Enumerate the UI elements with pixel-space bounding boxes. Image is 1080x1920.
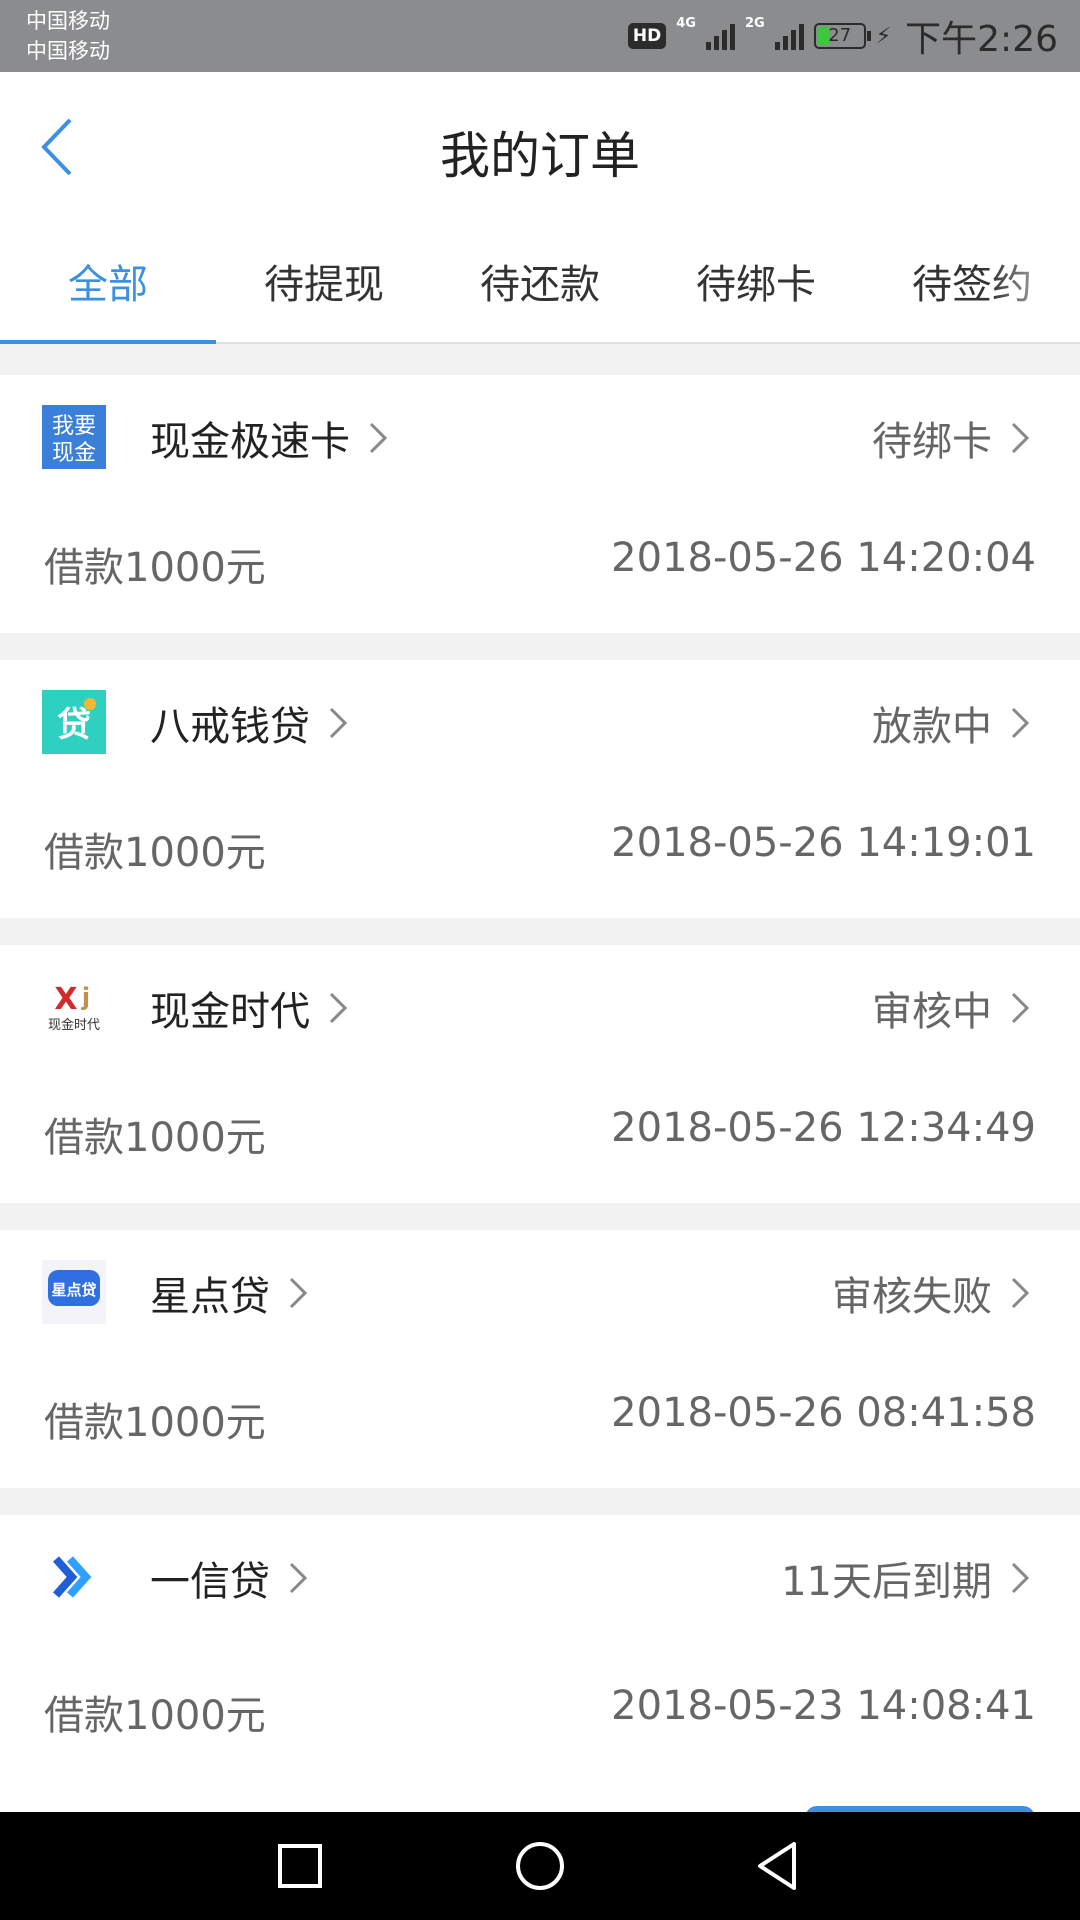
yixindai-logo bbox=[42, 1545, 106, 1609]
tab-pending-bind-card[interactable]: 待绑卡 bbox=[648, 252, 864, 310]
chevron-right-icon bbox=[289, 1277, 308, 1309]
lender-name: 一信贷 bbox=[150, 1559, 270, 1605]
lender-name-link[interactable]: 现金时代 bbox=[150, 979, 348, 1037]
status-indicators: HD 4G 2G 27 ⚡ 下午2:26 bbox=[627, 12, 1058, 60]
xianjin-shidai-logo: X j 现金时代 bbox=[42, 975, 106, 1039]
loan-amount: 借款1000元 bbox=[44, 545, 266, 591]
home-icon[interactable] bbox=[506, 1832, 574, 1900]
chevron-right-icon bbox=[1011, 1562, 1030, 1594]
back-nav-icon[interactable] bbox=[746, 1832, 814, 1900]
tab-all[interactable]: 全部 bbox=[0, 252, 216, 310]
order-time: 2018-05-26 12:34:49 bbox=[611, 1105, 1036, 1151]
chevron-right-icon bbox=[289, 1562, 308, 1594]
network-4g-label: 4G bbox=[676, 16, 696, 31]
order-status-link[interactable]: 审核中 bbox=[872, 979, 1030, 1037]
order-card[interactable]: 我要 现金 现金极速卡 待绑卡 借款1000元 2018-05-26 14:20… bbox=[0, 375, 1080, 633]
carrier-1: 中国移动 bbox=[26, 9, 110, 33]
signal-icon bbox=[705, 22, 735, 50]
lender-name-link[interactable]: 星点贷 bbox=[150, 1264, 308, 1322]
chevron-right-icon bbox=[329, 707, 348, 739]
order-card[interactable]: 贷 八戒钱贷 放款中 借款1000元 2018-05-26 14:19:01 bbox=[0, 660, 1080, 918]
lender-name: 八戒钱贷 bbox=[150, 704, 310, 750]
xianjin-jisuka-logo: 我要 现金 bbox=[42, 405, 106, 469]
chevron-right-icon bbox=[329, 992, 348, 1024]
order-status-link[interactable]: 待绑卡 bbox=[872, 409, 1030, 467]
carrier-info: 中国移动 中国移动 bbox=[26, 6, 110, 66]
order-status: 11天后到期 bbox=[781, 1559, 992, 1605]
lender-name-link[interactable]: 八戒钱贷 bbox=[150, 694, 348, 752]
svg-text:星点贷: 星点贷 bbox=[51, 1281, 96, 1299]
loan-amount: 借款1000元 bbox=[44, 1400, 266, 1446]
order-time: 2018-05-26 14:19:01 bbox=[611, 820, 1036, 866]
battery-icon: 27 bbox=[813, 23, 871, 49]
chevron-right-icon bbox=[1011, 992, 1030, 1024]
tab-pending-repay[interactable]: 待还款 bbox=[432, 252, 648, 310]
order-status-link[interactable]: 放款中 bbox=[872, 694, 1030, 752]
chevron-right-icon bbox=[369, 422, 388, 454]
lender-name: 现金极速卡 bbox=[150, 419, 350, 465]
loan-amount: 借款1000元 bbox=[44, 1693, 266, 1739]
xingdiandai-logo: 星点贷 bbox=[42, 1260, 106, 1324]
chevron-right-icon bbox=[1011, 1277, 1030, 1309]
lender-name: 现金时代 bbox=[150, 989, 310, 1035]
order-status: 审核中 bbox=[872, 989, 992, 1035]
system-nav-bar bbox=[0, 1812, 1080, 1920]
order-card[interactable]: 星点贷 星点贷 审核失败 借款1000元 2018-05-26 08:41:58 bbox=[0, 1230, 1080, 1488]
bajie-qiandai-logo: 贷 bbox=[42, 690, 106, 754]
network-2g-label: 2G bbox=[744, 16, 765, 31]
tab-bar: 全部 待提现 待还款 待绑卡 待签约 bbox=[0, 222, 1080, 344]
svg-text:现金: 现金 bbox=[52, 441, 96, 466]
tab-pending-withdraw[interactable]: 待提现 bbox=[216, 252, 432, 310]
chevron-right-icon bbox=[1011, 422, 1030, 454]
status-bar: 中国移动 中国移动 HD 4G 2G 27 ⚡ 下午2:26 bbox=[0, 0, 1080, 72]
loan-amount: 借款1000元 bbox=[44, 830, 266, 876]
order-card[interactable]: X j 现金时代 现金时代 审核中 借款1000元 2018-05-26 12:… bbox=[0, 945, 1080, 1203]
page-title: 我的订单 bbox=[440, 127, 640, 185]
order-status: 审核失败 bbox=[832, 1274, 992, 1320]
tab-pending-sign[interactable]: 待签约 bbox=[864, 252, 1080, 310]
battery-level: 27 bbox=[828, 25, 852, 46]
carrier-2: 中国移动 bbox=[26, 39, 110, 63]
order-status: 放款中 bbox=[872, 704, 992, 750]
order-card[interactable]: 一信贷 11天后到期 借款1000元 2018-05-23 14:08:41 bbox=[0, 1515, 1080, 1815]
charging-icon: ⚡ bbox=[875, 23, 892, 49]
order-time: 2018-05-23 14:08:41 bbox=[611, 1683, 1036, 1729]
hd-badge: HD bbox=[627, 23, 667, 49]
lender-name-link[interactable]: 一信贷 bbox=[150, 1549, 308, 1607]
svg-text:贷: 贷 bbox=[57, 705, 91, 745]
signal-icon-2 bbox=[774, 22, 804, 50]
svg-text:j: j bbox=[81, 983, 90, 1011]
order-time: 2018-05-26 14:20:04 bbox=[611, 535, 1036, 581]
loan-amount: 借款1000元 bbox=[44, 1115, 266, 1161]
svg-text:X: X bbox=[54, 982, 77, 1017]
app-header: 我的订单 bbox=[0, 72, 1080, 222]
svg-text:我要: 我要 bbox=[52, 414, 96, 439]
chevron-right-icon bbox=[1011, 707, 1030, 739]
order-time: 2018-05-26 08:41:58 bbox=[611, 1390, 1036, 1436]
lender-name-link[interactable]: 现金极速卡 bbox=[150, 409, 388, 467]
order-status-link[interactable]: 审核失败 bbox=[832, 1264, 1030, 1322]
order-status-link[interactable]: 11天后到期 bbox=[781, 1549, 1030, 1607]
lender-name: 星点贷 bbox=[150, 1274, 270, 1320]
active-tab-indicator bbox=[0, 340, 216, 344]
clock: 下午2:26 bbox=[905, 19, 1058, 60]
recent-apps-icon[interactable] bbox=[266, 1832, 334, 1900]
svg-text:现金时代: 现金时代 bbox=[48, 1017, 100, 1033]
order-status: 待绑卡 bbox=[872, 419, 992, 465]
